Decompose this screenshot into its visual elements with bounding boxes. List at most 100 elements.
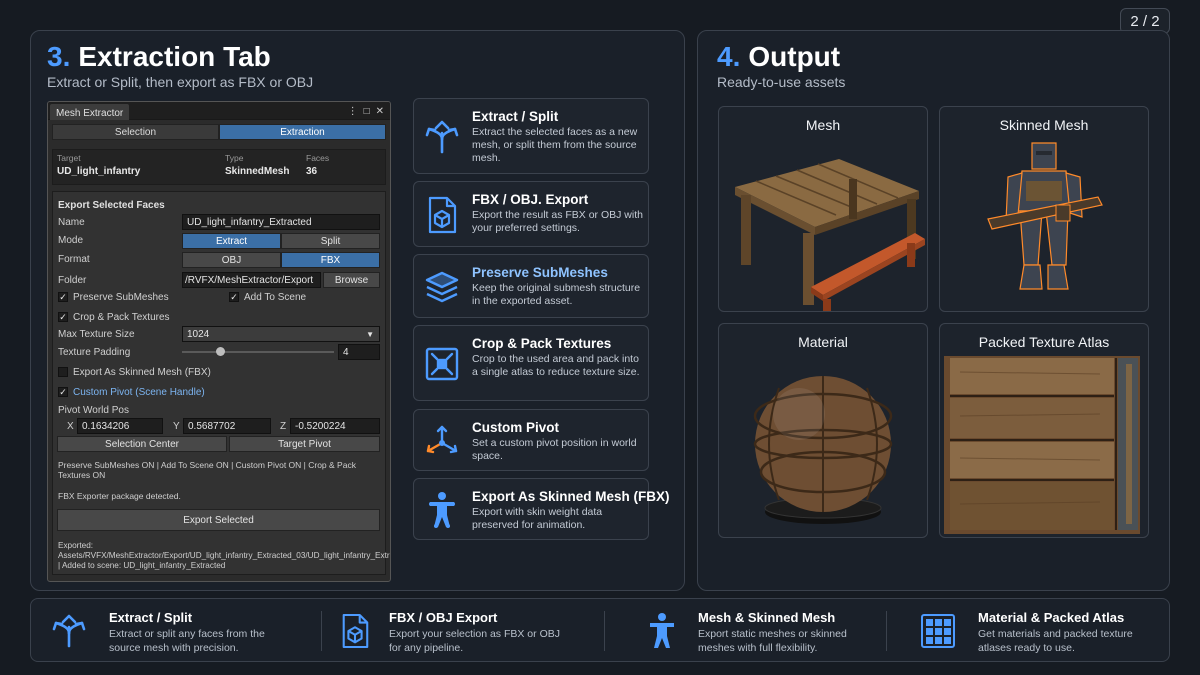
close-icon[interactable]: ✕: [376, 106, 384, 117]
custom-pivot-toggle[interactable]: ✓ Custom Pivot (Scene Handle): [58, 384, 205, 400]
mode-split-button[interactable]: Split: [281, 233, 380, 249]
feature-card-crop-pack: Crop & Pack Textures Crop to the used ar…: [413, 325, 649, 401]
mesh-extractor-window: Mesh Extractor ⋮ □ ✕ Selection Extractio…: [47, 101, 391, 582]
target-info-box: Target UD_light_infantry Type SkinnedMes…: [52, 149, 386, 185]
padding-field[interactable]: 4: [338, 344, 380, 360]
summary-title: Extract / Split: [109, 610, 193, 625]
summary-desc: Export static meshes or skinned meshes w…: [698, 628, 847, 654]
humanoid-icon: [642, 611, 682, 651]
mode-label: Mode: [58, 234, 84, 246]
pivot-y-label: Y: [173, 420, 180, 432]
format-obj-button[interactable]: OBJ: [182, 252, 281, 268]
pivot-x-field[interactable]: 0.1634206: [77, 418, 163, 434]
table-bench-mesh-image: [719, 137, 927, 311]
padding-label: Texture Padding: [58, 346, 131, 358]
feature-card-extract-split: Extract / Split Extract the selected fac…: [413, 98, 649, 174]
split-arrows-icon: [422, 117, 462, 157]
target-pivot-button[interactable]: Target Pivot: [229, 436, 380, 452]
feature-title: Extract / Split: [472, 109, 559, 124]
feature-title: Preserve SubMeshes: [472, 265, 608, 280]
checkbox-checked-icon[interactable]: ✓: [229, 292, 239, 302]
summary-item-mesh-skinned: Mesh & Skinned Mesh Export static meshes…: [604, 599, 886, 663]
mode-toolbar: Selection Extraction: [52, 124, 386, 140]
summary-item-extract-split: Extract / Split Extract or split any fac…: [31, 599, 316, 663]
preserve-submeshes-toggle[interactable]: ✓ Preserve SubMeshes: [58, 289, 169, 305]
feature-desc: Extract the selected faces as a new mesh…: [472, 126, 638, 165]
tile-title: Packed Texture Atlas: [978, 334, 1110, 350]
summary-desc: Get materials and packed texture atlases…: [978, 628, 1133, 654]
dropdown-arrow-icon: ▼: [366, 329, 374, 339]
checkbox-checked-icon[interactable]: ✓: [58, 387, 68, 397]
wood-sphere-material-image: [719, 354, 927, 537]
name-field[interactable]: UD_light_infantry_Extracted: [182, 214, 380, 230]
status-flags: Preserve SubMeshes ON | Add To Scene ON …: [58, 460, 356, 480]
summary-desc: Extract or split any faces from the sour…: [109, 628, 265, 654]
export-log: Exported: Assets/RVFX/MeshExtractor/Expo…: [58, 541, 391, 570]
faces-label: Faces: [306, 153, 330, 163]
pivot-x-label: X: [67, 420, 74, 432]
feature-desc: Export the result as FBX or OBJ with you…: [472, 209, 643, 235]
tile-title: Mesh: [805, 117, 841, 133]
tab-selection[interactable]: Selection: [52, 124, 219, 140]
output-subtitle: Ready-to-use assets: [717, 74, 846, 90]
browse-button[interactable]: Browse: [323, 272, 380, 288]
export-section-header: Export Selected Faces: [58, 199, 165, 211]
summary-title: Mesh & Skinned Mesh: [698, 610, 836, 625]
window-titlebar: Mesh Extractor ⋮ □ ✕: [48, 102, 390, 120]
feature-desc: Set a custom pivot position in world spa…: [472, 437, 637, 463]
export-file-icon: [422, 195, 462, 235]
kebab-menu-icon[interactable]: ⋮: [348, 106, 358, 117]
folder-field[interactable]: /RVFX/MeshExtractor/Export: [182, 272, 321, 288]
output-tile-mesh: Mesh: [718, 106, 928, 312]
type-label: Type: [225, 153, 244, 163]
feature-desc: Keep the original submesh structure in t…: [472, 282, 641, 308]
folder-label: Folder: [58, 274, 87, 286]
tab-extraction[interactable]: Extraction: [219, 124, 386, 140]
summary-item-export: FBX / OBJ Export Export your selection a…: [321, 599, 606, 663]
name-label: Name: [58, 216, 85, 228]
preserve-submeshes-label: Preserve SubMeshes: [73, 291, 169, 303]
export-selected-button[interactable]: Export Selected: [57, 509, 380, 531]
type-value: SkinnedMesh: [225, 166, 290, 177]
soldier-skinned-mesh-image: [940, 137, 1148, 311]
extraction-section-title: 3. Extraction Tab: [47, 41, 271, 73]
fbx-detected-note: FBX Exporter package detected.: [58, 491, 181, 501]
crop-pack-toggle[interactable]: ✓ Crop & Pack Textures: [58, 309, 170, 325]
summary-desc: Export your selection as FBX or OBJ for …: [389, 628, 560, 654]
checkbox-checked-icon[interactable]: ✓: [58, 292, 68, 302]
tile-title: Skinned Mesh: [999, 117, 1089, 133]
window-controls: ⋮ □ ✕: [348, 104, 384, 118]
window-tab[interactable]: Mesh Extractor: [50, 104, 130, 120]
format-label: Format: [58, 253, 90, 265]
padding-slider-track[interactable]: [182, 351, 334, 353]
selection-center-button[interactable]: Selection Center: [57, 436, 227, 452]
feature-card-export: FBX / OBJ. Export Export the result as F…: [413, 181, 649, 247]
pivot-axes-icon: [422, 421, 462, 461]
target-label: Target: [57, 153, 81, 163]
checkbox-unchecked-icon[interactable]: [58, 367, 68, 377]
section-number: 4.: [717, 41, 741, 72]
padding-slider-handle[interactable]: [216, 347, 225, 356]
mode-extract-button[interactable]: Extract: [182, 233, 281, 249]
export-skinned-label: Export As Skinned Mesh (FBX): [73, 366, 211, 378]
export-skinned-toggle[interactable]: Export As Skinned Mesh (FBX): [58, 364, 211, 380]
add-to-scene-toggle[interactable]: ✓ Add To Scene: [229, 289, 306, 305]
feature-desc: Export with skin weight data preserved f…: [472, 506, 603, 532]
max-texture-label: Max Texture Size: [58, 328, 135, 340]
output-panel: 4. Output Ready-to-use assets Mesh Skinn…: [697, 30, 1170, 591]
output-section-title: 4. Output: [717, 41, 840, 73]
feature-title: Crop & Pack Textures: [472, 336, 612, 351]
maximize-icon[interactable]: □: [364, 106, 370, 117]
layers-icon: [422, 267, 462, 307]
pivot-y-field[interactable]: 0.5687702: [183, 418, 271, 434]
feature-card-custom-pivot: Custom Pivot Set a custom pivot position…: [413, 409, 649, 471]
feature-card-export-skinned: Export As Skinned Mesh (FBX) Export with…: [413, 478, 670, 540]
checkbox-checked-icon[interactable]: ✓: [58, 312, 68, 322]
export-settings-box: Export Selected Faces Name UD_light_infa…: [52, 191, 391, 575]
max-texture-dropdown[interactable]: 1024 ▼: [182, 326, 380, 342]
format-fbx-button[interactable]: FBX: [281, 252, 380, 268]
pivot-z-field[interactable]: -0.5200224: [290, 418, 380, 434]
output-tile-material: Material: [718, 323, 928, 538]
crop-pack-icon: [422, 344, 462, 384]
faces-value: 36: [306, 166, 318, 177]
